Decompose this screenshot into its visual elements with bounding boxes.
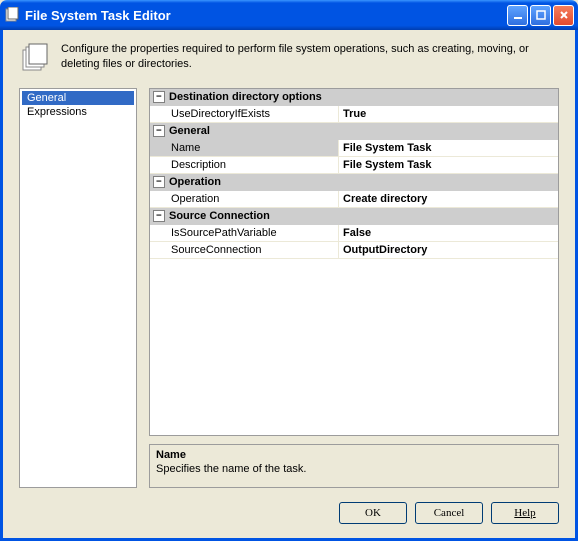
collapse-icon[interactable]: − — [153, 176, 165, 188]
maximize-button[interactable] — [530, 5, 551, 26]
filesys-icon — [4, 7, 20, 23]
dialog-header: Configure the properties required to per… — [19, 42, 559, 74]
help-description: Specifies the name of the task. — [156, 463, 552, 475]
property-help-panel: Name Specifies the name of the task. — [149, 444, 559, 488]
cancel-button[interactable]: Cancel — [415, 502, 483, 524]
category-source[interactable]: − Source Connection — [150, 208, 558, 225]
window-title: File System Task Editor — [25, 8, 507, 23]
ok-button[interactable]: OK — [339, 502, 407, 524]
prop-operation[interactable]: Operation Create directory — [150, 191, 558, 208]
minimize-button[interactable] — [507, 5, 528, 26]
nav-item-general[interactable]: General — [22, 91, 134, 105]
help-button[interactable]: Help — [491, 502, 559, 524]
titlebar[interactable]: File System Task Editor — [0, 0, 578, 30]
dialog-description: Configure the properties required to per… — [61, 42, 559, 72]
file-stack-icon — [19, 42, 51, 74]
category-operation[interactable]: − Operation — [150, 174, 558, 191]
property-grid: − Destination directory options UseDirec… — [149, 88, 559, 436]
help-title: Name — [156, 449, 552, 461]
collapse-icon[interactable]: − — [153, 210, 165, 222]
prop-description[interactable]: Description File System Task — [150, 157, 558, 174]
collapse-icon[interactable]: − — [153, 91, 165, 103]
prop-usedirectoryifexists[interactable]: UseDirectoryIfExists True — [150, 106, 558, 123]
close-button[interactable] — [553, 5, 574, 26]
nav-panel: General Expressions — [19, 88, 137, 488]
nav-item-expressions[interactable]: Expressions — [22, 105, 134, 119]
dialog-buttons: OK Cancel Help — [19, 502, 559, 524]
collapse-icon[interactable]: − — [153, 125, 165, 137]
category-destination[interactable]: − Destination directory options — [150, 89, 558, 106]
prop-issourcepathvariable[interactable]: IsSourcePathVariable False — [150, 225, 558, 242]
prop-name[interactable]: Name File System Task — [150, 140, 558, 157]
prop-sourceconnection[interactable]: SourceConnection OutputDirectory — [150, 242, 558, 259]
category-general[interactable]: − General — [150, 123, 558, 140]
